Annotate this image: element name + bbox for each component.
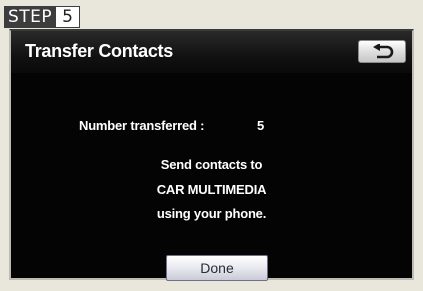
message-line-2: CAR MULTIMEDIA xyxy=(156,182,267,197)
message-line-3: using your phone. xyxy=(156,206,267,221)
step-badge: STEP 5 xyxy=(4,6,80,28)
display-screen: Transfer Contacts Number transferred : 5… xyxy=(9,29,414,281)
back-arrow-icon xyxy=(373,44,394,59)
step-number: 5 xyxy=(56,6,80,28)
screen-header: Transfer Contacts xyxy=(11,31,412,73)
message-line-1: Send contacts to xyxy=(160,157,263,172)
step-label: STEP xyxy=(4,6,57,28)
done-button[interactable]: Done xyxy=(166,255,268,281)
page-title: Transfer Contacts xyxy=(25,41,173,61)
number-transferred-label: Number transferred : xyxy=(79,118,205,133)
back-button[interactable] xyxy=(358,40,406,63)
number-transferred-value: 5 xyxy=(257,118,265,133)
